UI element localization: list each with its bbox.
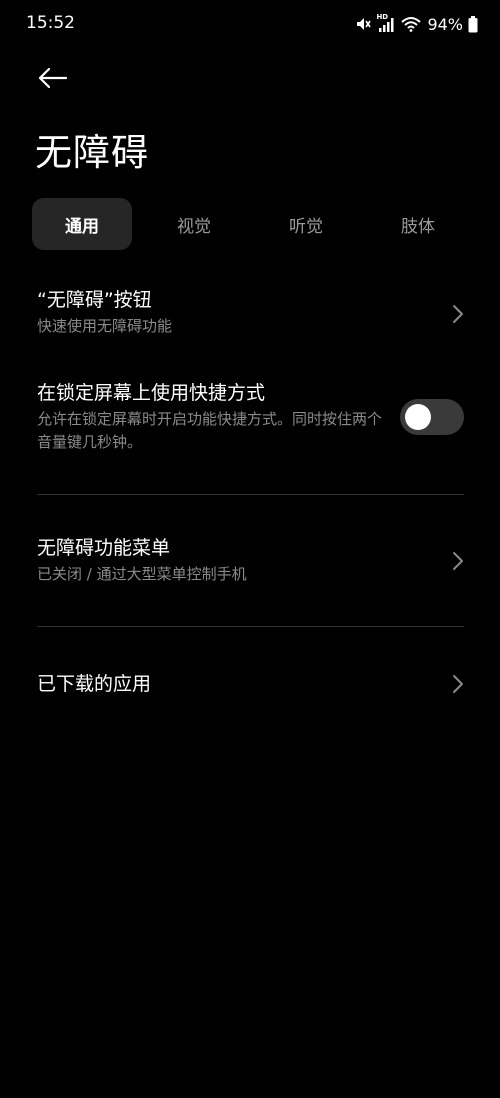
chevron-right-icon (452, 674, 464, 698)
row-title: 已下载的应用 (37, 673, 152, 695)
divider (37, 626, 464, 627)
tab-hearing[interactable]: 听觉 (256, 198, 356, 250)
tab-visual[interactable]: 视觉 (144, 198, 244, 250)
divider (37, 494, 464, 495)
tab-physical[interactable]: 肢体 (368, 198, 468, 250)
wifi-icon (401, 16, 422, 32)
arrow-left-icon (36, 66, 68, 94)
row-subtitle: 已关闭 / 通过大型菜单控制手机 (37, 565, 247, 583)
status-bar: 15:52 HD 94% (0, 0, 500, 48)
page-title: 无障碍 (35, 131, 149, 174)
chevron-right-icon (452, 551, 464, 575)
row-subtitle: 允许在锁定屏幕时开启功能快捷方式。同时按住两个音量键几秒钟。 (37, 410, 383, 451)
mute-icon (355, 16, 372, 32)
lockscreen-shortcut-row: 在锁定屏幕上使用快捷方式 允许在锁定屏幕时开启功能快捷方式。同时按住两个音量键几… (37, 380, 464, 460)
row-title: 无障碍功能菜单 (37, 537, 171, 559)
row-subtitle: 快速使用无障碍功能 (37, 317, 173, 335)
row-title: “无障碍”按钮 (37, 289, 152, 311)
tab-general[interactable]: 通用 (32, 198, 132, 250)
toggle-knob (405, 404, 431, 430)
battery-percent: 94% (427, 14, 463, 34)
row-title: 在锁定屏幕上使用快捷方式 (37, 382, 266, 404)
chevron-right-icon (452, 304, 464, 328)
battery-icon (468, 15, 478, 33)
back-button[interactable] (30, 60, 74, 100)
lockscreen-shortcut-toggle[interactable] (400, 399, 464, 435)
hd-signal-icon: HD (376, 13, 396, 33)
accessibility-button-row[interactable]: “无障碍”按钮 快速使用无障碍功能 (37, 287, 464, 343)
status-icons: HD 94% (355, 13, 478, 35)
status-time: 15:52 (26, 13, 75, 33)
category-tabs: 通用 视觉 听觉 肢体 (32, 198, 468, 250)
downloaded-apps-row[interactable]: 已下载的应用 (37, 671, 464, 699)
accessibility-menu-row[interactable]: 无障碍功能菜单 已关闭 / 通过大型菜单控制手机 (37, 535, 464, 591)
